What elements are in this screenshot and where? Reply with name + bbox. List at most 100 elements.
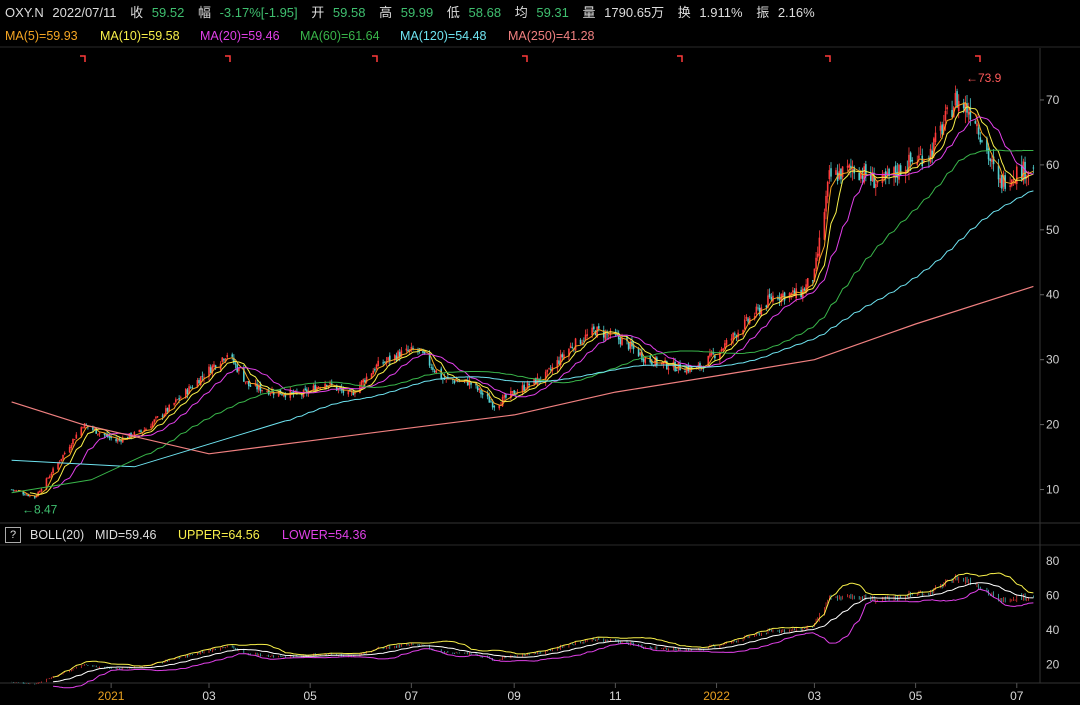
ma60-lead-line (11, 453, 147, 494)
candle-body (347, 390, 350, 395)
period-marker (975, 55, 981, 62)
candle-body (874, 183, 877, 188)
period-marker (225, 55, 231, 62)
candle-body (291, 392, 293, 393)
candle-body (967, 111, 970, 115)
candle-body (734, 333, 736, 335)
candle-body (209, 367, 212, 373)
ma5-line (18, 102, 1034, 497)
candle-body (732, 332, 734, 340)
candle-body (68, 447, 71, 453)
boll-lower-line (53, 588, 1034, 689)
candle-body (919, 154, 922, 155)
candle-body (15, 490, 18, 492)
candle-body (546, 369, 549, 372)
candle-body (652, 365, 655, 367)
candle-body (161, 415, 164, 417)
candle-body (75, 434, 78, 439)
x-tick-label: 2022 (703, 689, 730, 703)
candle-body (231, 354, 234, 357)
candle-body (277, 391, 280, 397)
candle-body (571, 347, 574, 348)
candle-body (173, 403, 175, 405)
candle-body (730, 338, 733, 341)
candle-body (946, 107, 948, 110)
candle-body (675, 370, 678, 371)
candle-body (312, 385, 315, 390)
candle-body (435, 370, 438, 374)
candle-body (140, 430, 142, 432)
candle-body (372, 370, 375, 375)
boll-mid-line (53, 582, 1034, 683)
candle-body (198, 380, 200, 384)
candle-body (491, 402, 494, 408)
candle-body (597, 326, 600, 329)
candle-body (189, 387, 192, 389)
candle-body (803, 288, 806, 291)
candle-body (840, 168, 842, 180)
candle-body (765, 305, 768, 308)
candle-body (221, 357, 224, 362)
x-tick-label: 07 (405, 689, 419, 703)
candle-body (637, 348, 640, 357)
candle-body (816, 253, 819, 258)
candle-body (757, 307, 759, 309)
candle-body (10, 489, 13, 491)
candle-body (684, 371, 686, 373)
candle-body (60, 458, 63, 461)
candle-body (97, 433, 99, 435)
stock-chart: 10 20 30 40 50 60 70 20 40 60 80 2021 03 05 07 09 11 2022… (0, 46, 1080, 703)
candle-body (639, 352, 642, 356)
y-tick-sub: 20 (1046, 658, 1060, 672)
candle-body (430, 367, 433, 369)
candle-body (528, 383, 530, 386)
candle-body (811, 280, 814, 282)
candle-body (745, 316, 748, 319)
candle-body (881, 173, 884, 184)
candle-body (14, 490, 16, 492)
candle-body (115, 439, 117, 442)
candle-body (841, 166, 844, 178)
candle-body (593, 326, 595, 330)
candle-body (407, 349, 409, 352)
candle-body (1009, 185, 1011, 187)
candle-body (362, 379, 365, 383)
candle-body (423, 351, 426, 354)
candle-body (627, 342, 630, 350)
candle-body (656, 357, 658, 365)
candle-body (266, 391, 268, 392)
candle-body (374, 369, 376, 371)
candle-body (584, 334, 587, 340)
period-marker (825, 55, 831, 62)
candle-body (944, 111, 947, 121)
candle-body (57, 462, 59, 470)
y-tick-main: 50 (1046, 223, 1060, 237)
candle-body (150, 426, 152, 429)
candle-body (939, 125, 942, 131)
candle-body (561, 354, 564, 358)
candle-body (223, 358, 225, 361)
candle-body (1012, 179, 1015, 181)
candle-body (505, 394, 507, 398)
candle-body (865, 164, 867, 176)
candle-body (710, 352, 713, 356)
candle-body (999, 178, 1001, 183)
x-tick-label: 11 (609, 689, 622, 703)
candle-body (246, 381, 248, 383)
candle-body (12, 489, 15, 491)
candle-body (360, 380, 363, 386)
candle-body (642, 358, 645, 362)
y-tick-main: 10 (1046, 483, 1060, 497)
candle-body (98, 433, 101, 435)
candle-body (405, 348, 408, 351)
candle-body (73, 439, 76, 441)
candle-body (586, 334, 588, 336)
candle-body (108, 436, 111, 438)
candle-body (724, 343, 726, 349)
y-tick-sub: 40 (1046, 623, 1060, 637)
candle-body (818, 237, 821, 256)
candle-body (725, 339, 728, 345)
candle-body (929, 148, 932, 163)
candle-body (991, 159, 993, 162)
candle-body (375, 364, 378, 370)
